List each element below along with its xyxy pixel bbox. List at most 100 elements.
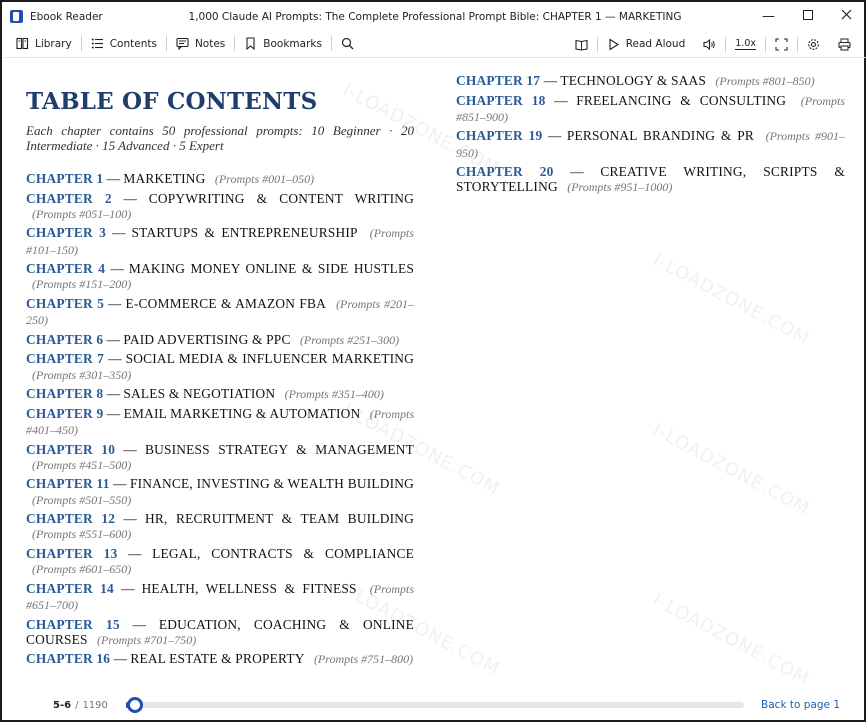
chapter-number: CHAPTER 6 — [26, 331, 104, 347]
window-controls: — — [749, 4, 866, 29]
chapter-title: FREELANCING & CONSULTING — [576, 92, 787, 108]
minimize-button[interactable]: — — [749, 4, 788, 29]
search-button[interactable] — [332, 30, 363, 58]
toc-chapter-link[interactable]: CHAPTER 19 — PERSONAL BRANDING & PR (Pro… — [456, 128, 845, 160]
chapter-prompt-range: (Prompts #951–1000) — [567, 180, 673, 195]
chapter-prompt-range: (Prompts #551–600) — [32, 527, 132, 542]
chapter-number: CHAPTER 3 — [26, 225, 107, 241]
toc-chapter-link[interactable]: CHAPTER 18 — FREELANCING & CONSULTING (P… — [456, 93, 845, 125]
page-layout-button[interactable] — [566, 30, 597, 58]
book-page-spread: I-LOADZONE.COM I-LOADZONE.COM I-LOADZONE… — [4, 59, 866, 689]
chapter-separator: — — [111, 190, 149, 206]
toc-chapter-link[interactable]: CHAPTER 8 — SALES & NEGOTIATION (Prompts… — [26, 386, 414, 402]
chapter-separator: — — [545, 92, 577, 108]
progress-slider[interactable] — [126, 697, 744, 713]
chapter-separator: — — [115, 511, 146, 527]
chapter-number: CHAPTER 7 — [26, 351, 105, 367]
chapter-title: BUSINESS STRATEGY & MANAGEMENT — [144, 441, 414, 457]
chapter-number: CHAPTER 4 — [26, 261, 106, 277]
minimize-icon: — — [762, 9, 775, 24]
chapter-prompt-range: (Prompts #451–500) — [32, 457, 132, 472]
watermark: I-LOADZONE.COM — [649, 589, 814, 689]
toc-chapter-link[interactable]: CHAPTER 17 — TECHNOLOGY & SAAS (Prompts … — [456, 73, 845, 89]
chapter-number: CHAPTER 20 — [456, 164, 554, 180]
toc-chapter-link[interactable]: CHAPTER 13 — LEGAL, CONTRACTS & COMPLIAN… — [26, 546, 414, 577]
toolbar: Library Contents Notes Bookmarks Read Al… — [4, 30, 866, 58]
settings-button[interactable] — [798, 30, 829, 58]
chapter-number: CHAPTER 1 — [26, 171, 104, 186]
toc-chapter-link[interactable]: CHAPTER 16 — REAL ESTATE & PROPERTY (Pro… — [26, 651, 414, 667]
toc-chapter-link[interactable]: CHAPTER 10 — BUSINESS STRATEGY & MANAGEM… — [26, 442, 414, 473]
watermark: I-LOADZONE.COM — [649, 419, 814, 520]
chapter-title: REAL ESTATE & PROPERTY — [130, 651, 305, 667]
toc-chapter-link[interactable]: CHAPTER 5 — E-COMMERCE & AMAZON FBA (Pro… — [26, 296, 414, 328]
app-name: Ebook Reader — [30, 10, 103, 23]
chapter-separator: — — [104, 351, 126, 367]
toc-chapter-link[interactable]: CHAPTER 14 — HEALTH, WELLNESS & FITNESS … — [26, 581, 414, 613]
chapter-number: CHAPTER 13 — [26, 545, 118, 561]
toc-chapter-link[interactable]: CHAPTER 6 — PAID ADVERTISING & PPC (Prom… — [26, 332, 414, 348]
print-button[interactable] — [829, 30, 860, 58]
bookmarks-button[interactable]: Bookmarks — [235, 30, 331, 58]
chapter-number: CHAPTER 10 — [26, 441, 116, 457]
app-logo-icon — [10, 10, 23, 23]
library-icon — [16, 37, 29, 50]
bookmarks-label: Bookmarks — [263, 37, 322, 50]
toc-chapter-link[interactable]: CHAPTER 20 — CREATIVE WRITING, SCRIPTS &… — [456, 164, 845, 195]
chapter-prompt-range: (Prompts #051–100) — [32, 206, 132, 221]
chapter-separator: — — [110, 651, 131, 667]
toc-chapter-link[interactable]: CHAPTER 15 — EDUCATION, COACHING & ONLIN… — [26, 617, 414, 648]
read-aloud-button[interactable]: Read Aloud — [598, 30, 695, 58]
toc-chapter-link[interactable]: CHAPTER 11 — FINANCE, INVESTING & WEALTH… — [26, 476, 414, 507]
volume-button[interactable] — [694, 30, 725, 58]
page-separator: / — [75, 699, 79, 711]
notes-icon — [176, 37, 189, 50]
contents-label: Contents — [109, 37, 157, 50]
toc-chapter-link[interactable]: CHAPTER 3 — STARTUPS & ENTREPRENEURSHIP … — [26, 225, 414, 257]
toc-chapter-link[interactable]: CHAPTER 1 — MARKETING (Prompts #001–050) — [26, 171, 414, 187]
chapter-separator: — — [542, 128, 567, 144]
speed-button[interactable]: 1.0x — [726, 30, 765, 58]
close-button[interactable] — [827, 4, 866, 29]
contents-button[interactable]: Contents — [82, 30, 166, 58]
chapter-title: LEGAL, CONTRACTS & COMPLIANCE — [152, 545, 414, 561]
left-page: TABLE OF CONTENTS Each chapter contains … — [26, 87, 414, 671]
toc-chapter-link[interactable]: CHAPTER 4 — MAKING MONEY ONLINE & SIDE H… — [26, 261, 414, 292]
back-to-page-link[interactable]: Back to page 1 — [761, 699, 840, 711]
chapter-title: FINANCE, INVESTING & WEALTH BUILDING — [129, 476, 415, 492]
chapter-separator: — — [109, 476, 130, 492]
chapter-number: CHAPTER 17 — [456, 73, 541, 88]
toc-subtitle: Each chapter contains 50 professional pr… — [26, 123, 414, 153]
library-button[interactable]: Library — [4, 30, 81, 58]
toc-chapter-link[interactable]: CHAPTER 9 — EMAIL MARKETING & AUTOMATION… — [26, 406, 414, 438]
chapter-number: CHAPTER 11 — [26, 476, 110, 492]
toc-chapter-link[interactable]: CHAPTER 7 — SOCIAL MEDIA & INFLUENCER MA… — [26, 351, 414, 382]
toc-chapter-link[interactable]: CHAPTER 12 — HR, RECRUITMENT & TEAM BUIL… — [26, 511, 414, 542]
library-label: Library — [35, 37, 72, 50]
fullscreen-button[interactable] — [766, 30, 797, 58]
toc-chapter-link[interactable]: CHAPTER 2 — COPYWRITING & CONTENT WRITIN… — [26, 191, 414, 222]
chapter-separator: — — [113, 580, 142, 596]
chapter-prompt-range: (Prompts #351–400) — [284, 387, 384, 402]
chapter-title: STARTUPS & ENTREPRENEURSHIP — [131, 225, 358, 241]
chapter-number: CHAPTER 14 — [26, 580, 114, 596]
maximize-button[interactable] — [788, 4, 827, 29]
chapter-number: CHAPTER 2 — [26, 190, 112, 206]
chapter-prompt-range: (Prompts #601–650) — [32, 562, 132, 577]
reading-progress-bar: 5-6 / 1190 Back to page 1 — [4, 690, 866, 720]
chapter-separator: — — [105, 261, 129, 277]
chapter-title: TECHNOLOGY & SAAS — [560, 73, 707, 88]
chapter-separator: — — [103, 331, 124, 347]
chapter-prompt-range: (Prompts #001–050) — [214, 172, 315, 186]
chapter-title: SOCIAL MEDIA & INFLUENCER MARKETING — [125, 351, 414, 367]
notes-label: Notes — [194, 37, 226, 50]
play-icon — [607, 38, 620, 51]
chapter-number: CHAPTER 5 — [26, 295, 105, 311]
chapter-title: PAID ADVERTISING & PPC — [123, 331, 291, 347]
chapter-number: CHAPTER 8 — [26, 386, 104, 402]
speed-label: 1.0x — [735, 38, 756, 50]
notes-button[interactable]: Notes — [167, 30, 234, 58]
search-icon — [341, 37, 354, 50]
open-book-icon — [575, 38, 588, 51]
progress-handle[interactable] — [127, 697, 143, 713]
